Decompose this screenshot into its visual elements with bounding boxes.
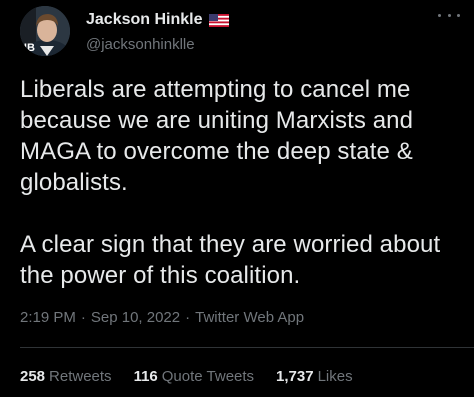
quote-tweets-stat[interactable]: 116 Quote Tweets xyxy=(134,368,254,385)
likes-stat[interactable]: 1,737 Likes xyxy=(276,368,353,385)
avatar-photo: HB xyxy=(20,6,70,56)
retweets-label: Retweets xyxy=(49,368,112,385)
retweets-stat[interactable]: 258 Retweets xyxy=(20,368,112,385)
username[interactable]: @jacksonhinklle xyxy=(86,36,229,53)
us-flag-icon xyxy=(208,13,229,27)
author-names: Jackson Hinkle @jacksonhinklle xyxy=(86,10,229,53)
quotes-label: Quote Tweets xyxy=(161,368,255,385)
retweets-count: 258 xyxy=(20,368,46,385)
divider xyxy=(20,347,474,348)
tweet-meta: 2:19 PM · Sep 10, 2022 · Twitter Web App xyxy=(20,309,304,326)
tweet: HB Jackson Hinkle @jacksonhinklle Libera… xyxy=(0,0,474,397)
more-options-icon[interactable] xyxy=(438,8,460,22)
avatar-initials: HB xyxy=(20,42,35,54)
tweet-stats: 258 Retweets 116 Quote Tweets 1,737 Like… xyxy=(20,368,353,385)
quotes-count: 116 xyxy=(133,368,158,385)
meta-separator: · xyxy=(80,309,86,326)
tweet-source-app[interactable]: Twitter Web App xyxy=(195,309,304,326)
avatar[interactable]: HB xyxy=(20,6,70,56)
tweet-date[interactable]: Sep 10, 2022 xyxy=(91,309,180,326)
tweet-header: HB Jackson Hinkle @jacksonhinklle xyxy=(20,6,460,56)
tweet-time[interactable]: 2:19 PM xyxy=(20,309,76,326)
likes-count: 1,737 xyxy=(276,368,314,385)
tweet-text: Liberals are attempting to cancel me bec… xyxy=(20,76,441,289)
meta-separator: · xyxy=(185,309,191,326)
display-name[interactable]: Jackson Hinkle xyxy=(86,11,203,29)
likes-label: Likes xyxy=(317,368,353,385)
